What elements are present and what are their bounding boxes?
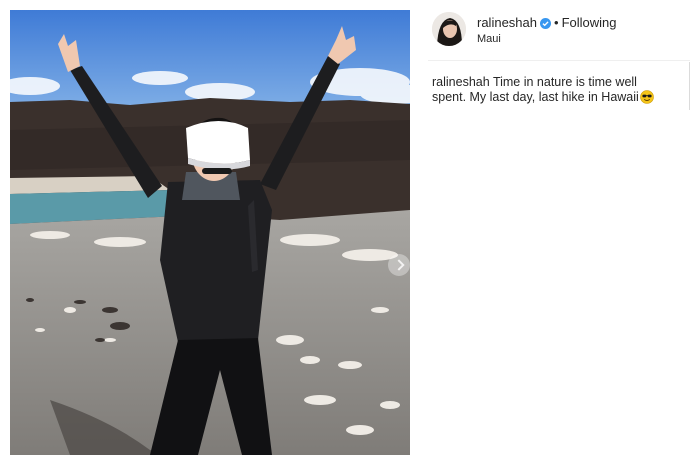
author-username[interactable]: ralineshah: [477, 15, 537, 30]
comments-scrollbar[interactable]: [689, 62, 690, 110]
separator-dot: •: [554, 15, 559, 30]
sunglasses-emoji-icon: [640, 90, 654, 108]
caption-username[interactable]: ralineshah: [432, 75, 490, 89]
post-caption: ralineshah Time in nature is time well s…: [432, 75, 664, 108]
carousel-next-button[interactable]: [388, 254, 410, 276]
avatar-image: [432, 12, 466, 46]
instagram-post: ralineshah • Following Maui ralineshah Tim…: [0, 0, 700, 465]
post-photo-illustration: [10, 10, 410, 455]
header-divider: [428, 60, 690, 61]
following-button[interactable]: Following: [562, 15, 617, 30]
avatar[interactable]: [432, 12, 466, 46]
author-line: ralineshah • Following: [477, 15, 616, 33]
post-photo[interactable]: [10, 10, 410, 455]
post-header: ralineshah • Following Maui: [432, 12, 690, 48]
location-link[interactable]: Maui: [477, 33, 501, 46]
verified-badge-icon: [540, 17, 551, 33]
